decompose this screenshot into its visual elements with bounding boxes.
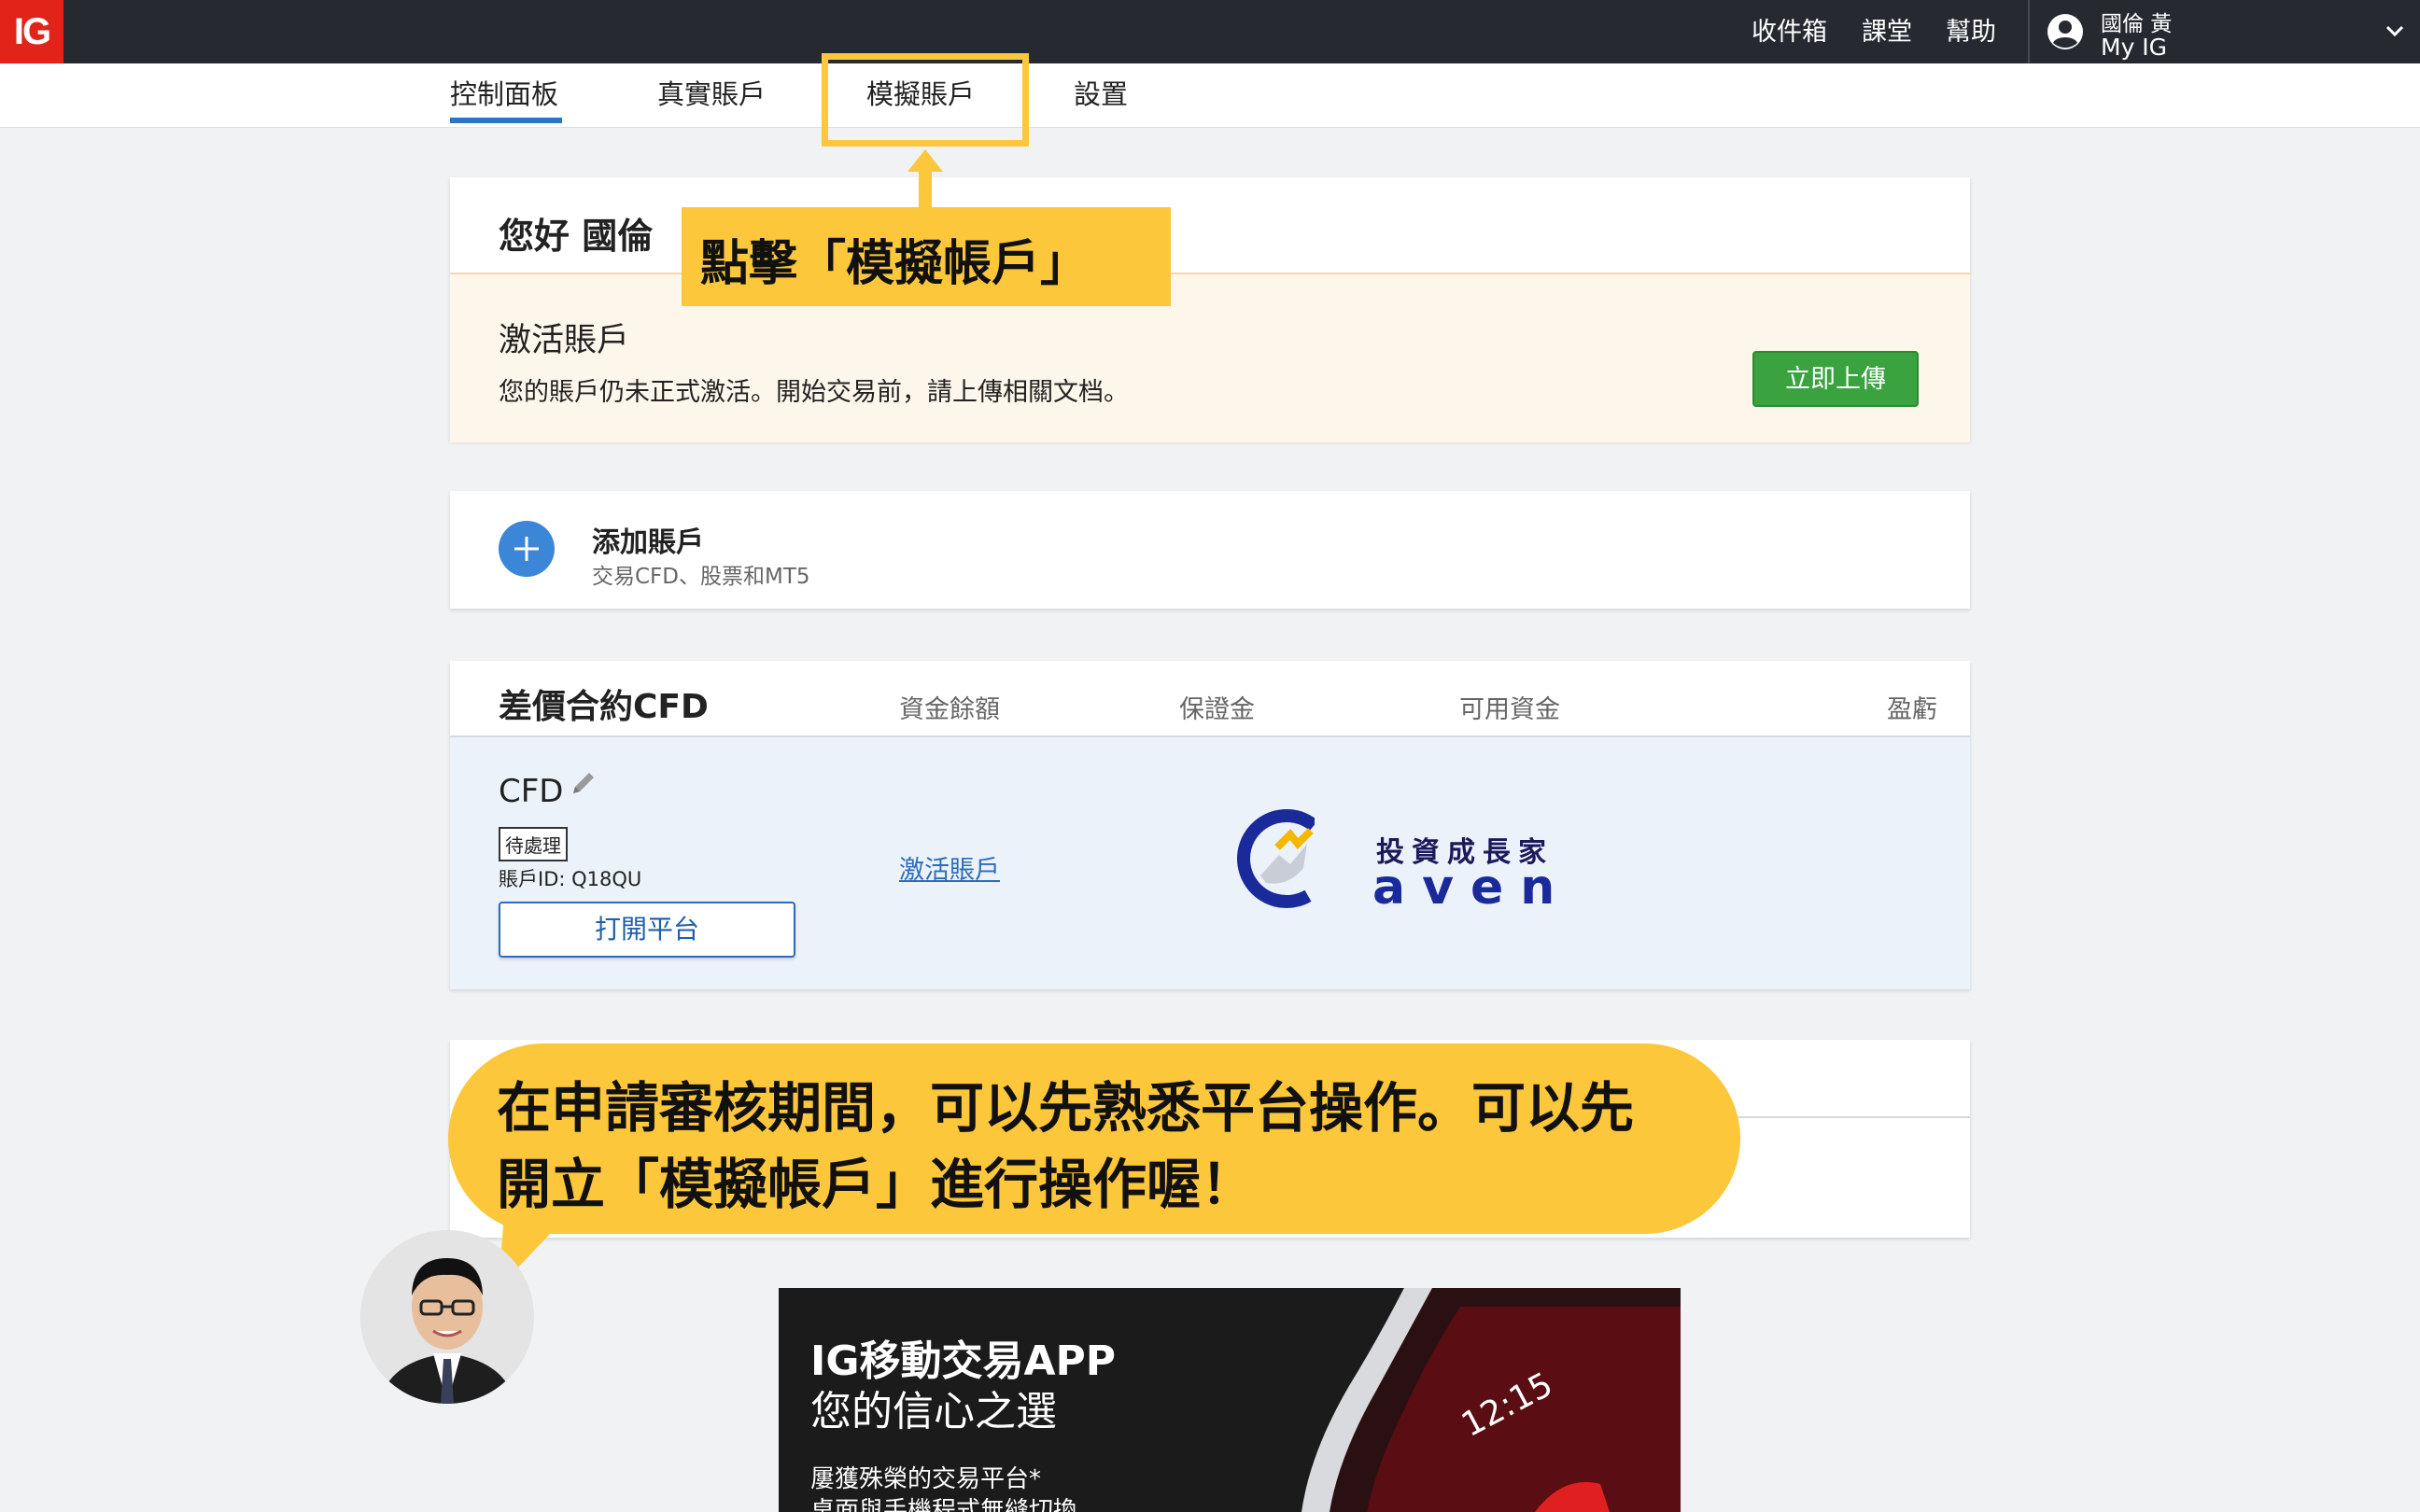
add-account-title[interactable]: 添加賬戶 bbox=[592, 519, 704, 560]
arrow-up-icon bbox=[908, 149, 943, 211]
upload-now-button[interactable]: 立即上傳 bbox=[1752, 351, 1919, 407]
add-account-icon[interactable] bbox=[499, 521, 555, 577]
mobile-app-banner[interactable]: IG移動交易APP 您的信心之選 屢獲殊榮的交易平台* 桌面與手機程式無縫切換，… bbox=[779, 1288, 1681, 1512]
brand-name-en-text: aven bbox=[1372, 862, 1569, 913]
presenter-avatar bbox=[360, 1230, 534, 1404]
help-link[interactable]: 幫助 bbox=[1946, 0, 1996, 63]
activate-account-link[interactable]: 激活賬戶 bbox=[899, 849, 1000, 886]
speech-text-line1: 在申請審核期間，可以先熟悉平台操作。可以先 bbox=[497, 1076, 1635, 1140]
cfd-account-name: CFD bbox=[499, 773, 564, 810]
callout-text: 點擊「模擬帳戶」 bbox=[700, 236, 1090, 292]
classroom-link[interactable]: 課堂 bbox=[1862, 0, 1912, 63]
inbox-link[interactable]: 收件箱 bbox=[1752, 0, 1827, 63]
ad-text-line2: 桌面與手機程式無縫切換， bbox=[810, 1497, 1103, 1512]
status-badge: 待處理 bbox=[499, 827, 568, 861]
activate-description: 您的賬戶仍未正式激活。開始交易前，請上傳相關文档。 bbox=[499, 378, 1129, 407]
ad-subtitle: 您的信心之選 bbox=[810, 1388, 1057, 1435]
account-tabs: 控制面板 真實賬戶 模擬賬戶 設置 bbox=[0, 63, 2420, 128]
pencil-edit-icon[interactable] bbox=[568, 767, 599, 799]
person-portrait-icon bbox=[360, 1230, 534, 1404]
chevron-down-icon[interactable] bbox=[2383, 19, 2407, 43]
card-divider bbox=[1737, 1116, 1970, 1118]
user-avatar-icon[interactable] bbox=[2047, 13, 2084, 50]
active-tab-indicator bbox=[450, 118, 562, 123]
phone-illustration: 12:15 bbox=[1301, 1288, 1681, 1512]
tab-live-account[interactable]: 真實賬戶 bbox=[657, 63, 766, 127]
plus-icon bbox=[514, 537, 539, 561]
user-name[interactable]: 國倫 黃 bbox=[2101, 6, 2172, 37]
activate-title: 激活賬戶 bbox=[499, 322, 630, 359]
speech-text-line2: 開立「模擬帳戶」進行操作喔！ bbox=[497, 1153, 1256, 1216]
add-account-subtitle: 交易CFD、股票和MT5 bbox=[592, 565, 810, 589]
column-header-margin: 保證金 bbox=[1179, 695, 1255, 724]
aven-logo-icon bbox=[1237, 809, 1315, 908]
my-ig-label[interactable]: My IG bbox=[2101, 34, 2167, 61]
brand-name-en: aven bbox=[1372, 862, 1569, 913]
cfd-section-title: 差價合約CFD bbox=[499, 688, 709, 726]
activate-banner bbox=[450, 273, 1970, 442]
column-header-available: 可用資金 bbox=[1459, 695, 1560, 724]
open-platform-button[interactable]: 打開平台 bbox=[499, 902, 795, 958]
highlight-box bbox=[822, 53, 1029, 147]
ig-logo[interactable]: IG bbox=[0, 0, 63, 63]
column-header-balance: 資金餘額 bbox=[899, 695, 1000, 724]
tab-settings[interactable]: 設置 bbox=[1074, 63, 1128, 127]
top-bar: IG 收件箱 課堂 幫助 國倫 黃 My IG bbox=[0, 0, 2420, 63]
ad-text-line1: 屢獲殊榮的交易平台* bbox=[810, 1465, 1042, 1493]
column-header-pnl: 盈虧 bbox=[1887, 695, 1937, 724]
topbar-divider bbox=[2028, 0, 2030, 63]
greeting-title: 您好 國倫 bbox=[499, 216, 654, 257]
account-id: 賬戶ID: Q18QU bbox=[499, 868, 642, 890]
